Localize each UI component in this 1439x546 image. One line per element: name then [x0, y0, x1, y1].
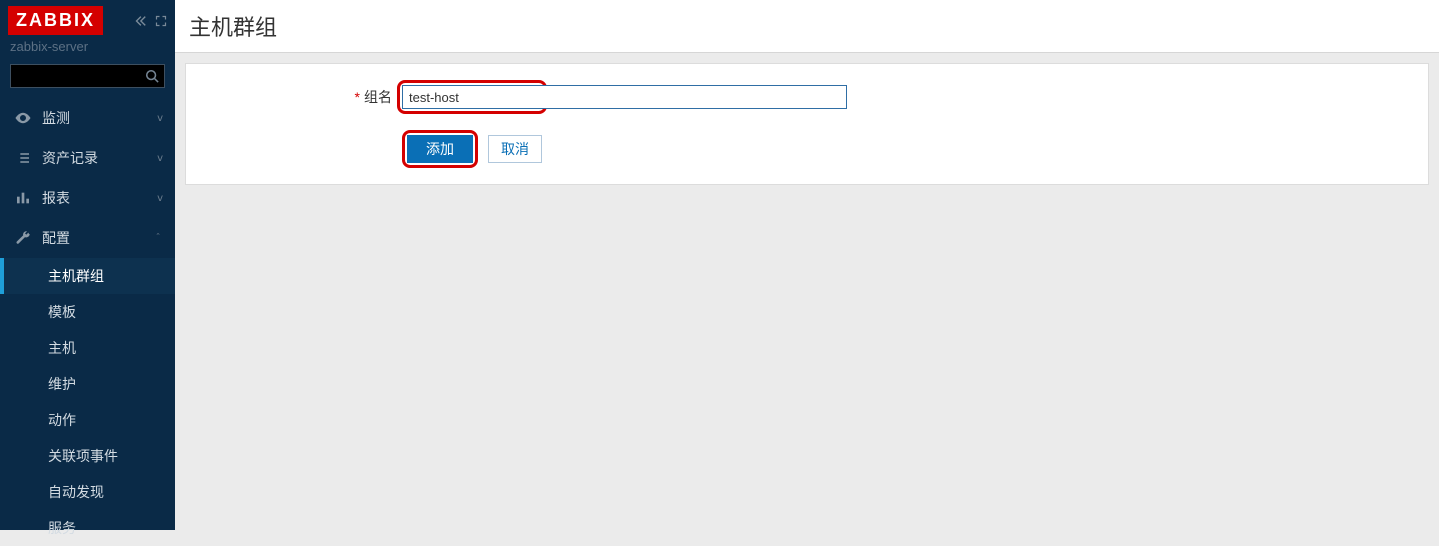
nav-item-inventory[interactable]: 资产记录 ⅴ: [0, 138, 175, 178]
cancel-button[interactable]: 取消: [488, 135, 542, 163]
nav-item-monitoring[interactable]: 监测 ⅴ: [0, 98, 175, 138]
form-buttons: 添加 取消: [202, 130, 1412, 168]
add-button[interactable]: 添加: [407, 135, 473, 163]
page-header: 主机群组: [175, 0, 1439, 53]
nav-label: 报表: [42, 188, 70, 208]
fullscreen-icon[interactable]: [155, 15, 167, 27]
subnav-discovery[interactable]: 自动发现: [0, 474, 175, 510]
nav-label: 资产记录: [42, 148, 98, 168]
server-name: zabbix-server: [0, 35, 175, 64]
bar-chart-icon: [12, 190, 34, 206]
configuration-submenu: 主机群组 模板 主机 维护 动作 关联项事件 自动发现 服务: [0, 258, 175, 546]
list-icon: [12, 150, 34, 166]
chevron-down-icon: ⅴ: [157, 153, 163, 164]
subnav-event-correlation[interactable]: 关联项事件: [0, 438, 175, 474]
form-row-group-name: *组名: [202, 80, 1412, 114]
group-name-input[interactable]: [402, 85, 542, 109]
zabbix-logo[interactable]: ZABBIX: [8, 6, 103, 35]
subnav-templates[interactable]: 模板: [0, 294, 175, 330]
subnav-services[interactable]: 服务: [0, 510, 175, 546]
search-input[interactable]: [10, 64, 165, 88]
nav-label: 监测: [42, 108, 70, 128]
collapse-sidebar-icon[interactable]: [133, 14, 147, 28]
required-mark: *: [355, 89, 360, 105]
eye-icon: [12, 109, 34, 127]
sidebar-header: ZABBIX: [0, 0, 175, 35]
subnav-host-groups[interactable]: 主机群组: [0, 258, 175, 294]
subnav-maintenance[interactable]: 维护: [0, 366, 175, 402]
chevron-down-icon: ⅴ: [157, 113, 163, 124]
wrench-icon: [12, 230, 34, 246]
main-content: 主机群组 *组名 添加 取消: [175, 0, 1439, 530]
nav-item-reports[interactable]: 报表 ⅴ: [0, 178, 175, 218]
main-nav: 监测 ⅴ 资产记录 ⅴ 报表 ⅴ 配置: [0, 98, 175, 258]
chevron-down-icon: ⅴ: [157, 193, 163, 204]
highlight-add-button: 添加: [402, 130, 478, 168]
highlight-group-name-input: [397, 80, 547, 114]
form-card: *组名 添加 取消: [185, 63, 1429, 185]
chevron-up-icon: ＾: [153, 231, 163, 246]
sidebar: ZABBIX zabbix-server: [0, 0, 175, 530]
group-name-label: *组名: [202, 87, 402, 107]
page-title: 主机群组: [189, 10, 1425, 42]
nav-item-configuration[interactable]: 配置 ＾: [0, 218, 175, 258]
nav-label: 配置: [42, 228, 70, 248]
group-name-input-extension[interactable]: [542, 85, 847, 109]
subnav-hosts[interactable]: 主机: [0, 330, 175, 366]
subnav-actions[interactable]: 动作: [0, 402, 175, 438]
